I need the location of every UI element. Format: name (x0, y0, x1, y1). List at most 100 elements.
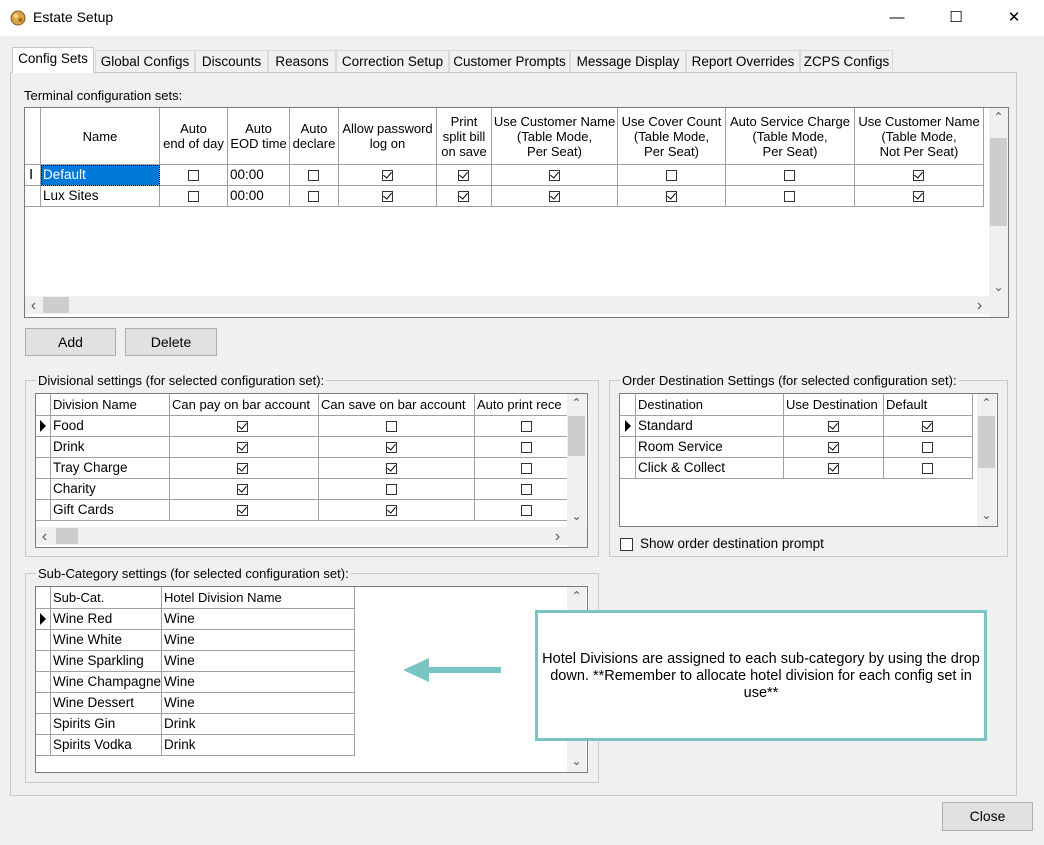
show-prompt-checkbox[interactable] (620, 538, 633, 551)
tab-customer-prompts[interactable]: Customer Prompts (449, 50, 570, 72)
row-header[interactable] (36, 735, 51, 756)
grid-checkbox[interactable] (237, 463, 248, 474)
tab-report-overrides[interactable]: Report Overrides (686, 50, 800, 72)
subcategory-name[interactable]: Wine Dessert (51, 693, 162, 714)
division-name[interactable]: Charity (51, 479, 170, 500)
hotel-division-dropdown[interactable]: Drink (162, 714, 355, 735)
column-header[interactable]: Division Name (51, 394, 170, 416)
add-button[interactable]: Add (25, 328, 116, 356)
column-header[interactable]: Can save on bar account (319, 394, 475, 416)
row-header[interactable] (36, 672, 51, 693)
grid-checkbox[interactable] (549, 191, 560, 202)
division-name[interactable]: Tray Charge (51, 458, 170, 479)
grid-checkbox[interactable] (784, 191, 795, 202)
tab-zcps-configs[interactable]: ZCPS Configs (800, 50, 893, 72)
grid-checkbox[interactable] (828, 421, 839, 432)
grid-checkbox[interactable] (828, 463, 839, 474)
grid-checkbox[interactable] (386, 421, 397, 432)
grid-checkbox[interactable] (521, 442, 532, 453)
scroll-left-icon[interactable]: ‹ (36, 528, 53, 545)
grid-checkbox[interactable] (382, 191, 393, 202)
destination-name[interactable]: Standard (636, 416, 784, 437)
destination-name[interactable]: Room Service (636, 437, 784, 458)
delete-button[interactable]: Delete (125, 328, 217, 356)
scroll-up-icon[interactable]: ⌃ (568, 589, 585, 603)
grid-checkbox[interactable] (922, 442, 933, 453)
grid-checkbox[interactable] (666, 191, 677, 202)
grid-checkbox[interactable] (666, 170, 677, 181)
grid-checkbox[interactable] (521, 484, 532, 495)
scroll-down-icon[interactable]: ⌄ (568, 754, 585, 768)
column-header[interactable]: Auto Service Charge (Table Mode, Per Seat) (726, 108, 855, 165)
grid-checkbox[interactable] (308, 191, 319, 202)
column-header[interactable]: Use Customer Name (Table Mode, Not Per Sea… (855, 108, 984, 165)
grid-checkbox[interactable] (386, 442, 397, 453)
column-header[interactable]: Hotel Division Name (162, 587, 355, 609)
hotel-division-dropdown[interactable]: Wine (162, 693, 355, 714)
division-name[interactable]: Drink (51, 437, 170, 458)
row-header[interactable] (36, 609, 51, 630)
scroll-thumb[interactable] (568, 416, 585, 456)
vertical-scrollbar[interactable]: ⌃ ⌄ (977, 394, 996, 526)
row-header[interactable] (620, 437, 636, 458)
grid-checkbox[interactable] (237, 442, 248, 453)
row-header[interactable] (36, 651, 51, 672)
subcategory-name[interactable]: Spirits Vodka (51, 735, 162, 756)
column-header[interactable]: Auto print rece (475, 394, 575, 416)
vertical-scrollbar[interactable]: ⌃ ⌄ (989, 108, 1008, 298)
column-header[interactable]: Auto EOD time (228, 108, 290, 165)
scroll-up-icon[interactable]: ⌃ (568, 396, 585, 410)
hotel-division-dropdown[interactable]: Wine (162, 672, 355, 693)
grid-checkbox[interactable] (922, 463, 933, 474)
row-header[interactable] (36, 630, 51, 651)
column-header[interactable]: Auto declare (290, 108, 339, 165)
horizontal-scrollbar[interactable]: ‹ › (36, 527, 567, 545)
tab-discounts[interactable]: Discounts (195, 50, 268, 72)
tab-reasons[interactable]: Reasons (268, 50, 336, 72)
config-set-name[interactable]: Default (41, 165, 160, 186)
scroll-down-icon[interactable]: ⌄ (978, 508, 995, 522)
scroll-down-icon[interactable]: ⌄ (568, 509, 585, 523)
grid-checkbox[interactable] (188, 191, 199, 202)
close-button[interactable]: Close (942, 802, 1033, 831)
column-header[interactable]: Auto end of day (160, 108, 228, 165)
scroll-up-icon[interactable]: ⌃ (990, 110, 1007, 124)
column-header[interactable]: Sub-Cat. (51, 587, 162, 609)
tab-config-sets[interactable]: Config Sets (12, 47, 94, 73)
hotel-division-dropdown[interactable]: Wine (162, 630, 355, 651)
destination-name[interactable]: Click & Collect (636, 458, 784, 479)
tab-message-display[interactable]: Message Display (570, 50, 686, 72)
row-header[interactable] (25, 186, 41, 207)
column-header[interactable]: Use Destination (784, 394, 884, 416)
subcategory-name[interactable]: Spirits Gin (51, 714, 162, 735)
scroll-thumb[interactable] (990, 138, 1007, 226)
grid-checkbox[interactable] (521, 505, 532, 516)
column-header[interactable]: Default (884, 394, 973, 416)
row-header[interactable]: I (25, 165, 41, 186)
division-name[interactable]: Gift Cards (51, 500, 170, 521)
grid-checkbox[interactable] (237, 484, 248, 495)
division-name[interactable]: Food (51, 416, 170, 437)
grid-checkbox[interactable] (922, 421, 933, 432)
grid-checkbox[interactable] (237, 421, 248, 432)
row-header[interactable] (36, 416, 51, 437)
tab-correction-setup[interactable]: Correction Setup (336, 50, 449, 72)
hotel-division-dropdown[interactable]: Drink (162, 735, 355, 756)
grid-checkbox[interactable] (521, 421, 532, 432)
column-header[interactable]: Print split bill on save (437, 108, 492, 165)
column-header[interactable]: Can pay on bar account (170, 394, 319, 416)
row-header[interactable] (36, 437, 51, 458)
scroll-up-icon[interactable]: ⌃ (978, 396, 995, 410)
grid-checkbox[interactable] (308, 170, 319, 181)
column-header[interactable]: Allow password log on (339, 108, 437, 165)
horizontal-scrollbar[interactable]: ‹ › (25, 296, 989, 314)
scroll-thumb[interactable] (56, 528, 78, 544)
scroll-right-icon[interactable]: › (549, 528, 566, 545)
close-window-icon[interactable]: ✕ (991, 0, 1037, 36)
grid-checkbox[interactable] (458, 191, 469, 202)
grid-cell[interactable]: 00:00 (228, 186, 290, 207)
column-header[interactable]: Destination (636, 394, 784, 416)
grid-checkbox[interactable] (386, 463, 397, 474)
column-header[interactable]: Use Customer Name (Table Mode, Per Seat) (492, 108, 618, 165)
vertical-scrollbar[interactable]: ⌃ ⌄ (567, 394, 586, 527)
